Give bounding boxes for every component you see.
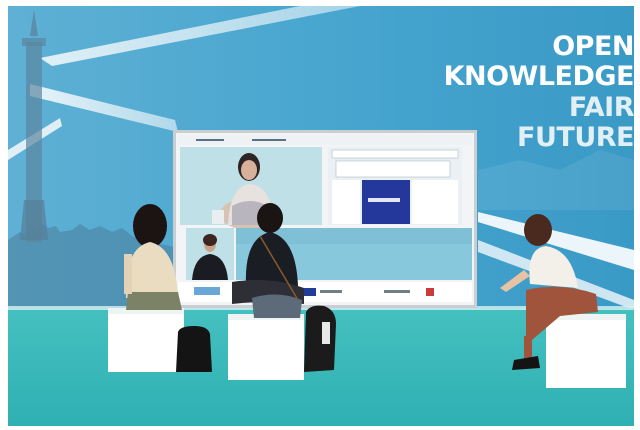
backdrop-text-knowledge: KNOWLEDGE: [443, 61, 635, 92]
backpack: [176, 326, 212, 372]
backdrop-text-open: OPEN: [552, 31, 634, 62]
photo-scene: OPEN KNOWLEDGE FAIR FUTURE: [0, 0, 640, 430]
display-screen: [173, 130, 477, 308]
bag: [304, 305, 336, 372]
seat-cube-right: [546, 314, 626, 388]
backdrop-text-future: FUTURE: [517, 122, 634, 153]
seat-cube-left: [108, 308, 184, 372]
seat-cube-middle: [228, 314, 304, 380]
backdrop-text-fair: FAIR: [568, 92, 635, 123]
